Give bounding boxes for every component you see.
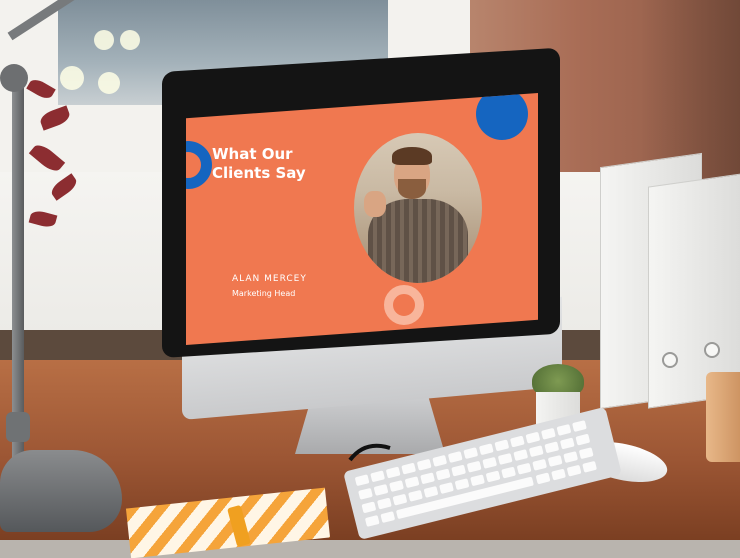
- bokeh-light: [98, 72, 120, 94]
- bokeh-light: [120, 30, 140, 50]
- client-photo: [354, 133, 482, 283]
- bokeh-light: [60, 66, 84, 90]
- bokeh-light: [94, 30, 114, 50]
- photo-hair: [392, 147, 432, 165]
- decorative-blue-ring: [186, 141, 212, 189]
- binder-hole: [662, 352, 678, 368]
- decorative-blue-circle: [476, 93, 528, 140]
- binder-hole: [704, 342, 720, 358]
- photo-hand: [364, 191, 386, 217]
- mug: [706, 372, 740, 462]
- client-role: Marketing Head: [232, 289, 296, 298]
- client-name: ALAN MERCEY: [232, 274, 307, 284]
- lamp-joint: [0, 64, 28, 92]
- lamp-base: [0, 450, 122, 532]
- slide-title: What Our Clients Say: [212, 145, 306, 182]
- monitor-screen-slide: What Our Clients Say ALAN MERCEY Marketi…: [186, 93, 538, 345]
- lamp-knob: [6, 412, 30, 442]
- lamp-pole: [12, 70, 24, 470]
- decorative-peach-ring: [384, 285, 424, 325]
- photo-beard: [398, 179, 426, 199]
